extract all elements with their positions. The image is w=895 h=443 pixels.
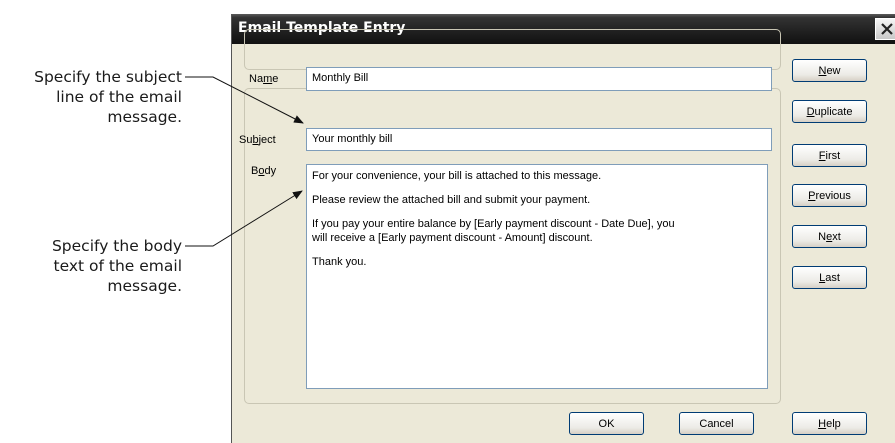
first-button[interactable]: First — [792, 144, 867, 167]
name-group — [244, 29, 781, 70]
callout-line: text of the email — [53, 257, 183, 275]
btn-text: ast — [825, 271, 840, 284]
name-input[interactable]: Monthly Bill — [306, 67, 772, 91]
btn-mnemonic: N — [818, 64, 827, 77]
body-label: Body — [251, 165, 276, 177]
label-mnemonic: m — [263, 73, 273, 85]
btn-mnemonic: F — [818, 149, 826, 162]
callout-line: Specify the body — [51, 237, 182, 255]
last-button[interactable]: Last — [792, 266, 867, 289]
btn-text: xt — [832, 230, 841, 243]
label-text: ject — [258, 134, 276, 146]
body-paragraph: For your convenience, your bill is attac… — [312, 170, 602, 182]
callout-line: line of the email — [56, 88, 182, 106]
btn-text: uplicate — [814, 105, 853, 118]
body-paragraph: If you pay your entire balance by [Early… — [312, 218, 675, 244]
btn-text: irst — [825, 149, 841, 162]
new-button[interactable]: New — [792, 59, 867, 82]
ok-button[interactable]: OK — [569, 412, 644, 435]
label-text: Su — [239, 134, 253, 146]
callout-subject: Specify the subject line of the email me… — [34, 67, 182, 127]
previous-button[interactable]: Previous — [792, 184, 867, 207]
cancel-button[interactable]: Cancel — [679, 412, 754, 435]
callout-line: message. — [107, 108, 182, 126]
callout-body: Specify the body text of the email messa… — [52, 236, 182, 296]
btn-mnemonic: P — [808, 189, 816, 202]
label-text: dy — [264, 165, 277, 177]
body-paragraph: Thank you. — [312, 256, 367, 268]
name-label: Name — [249, 73, 278, 85]
close-button[interactable] — [875, 18, 895, 40]
btn-text: N — [818, 230, 827, 243]
subject-label: Subject — [239, 134, 276, 146]
btn-text: revious — [815, 189, 851, 202]
label-text: e — [272, 73, 279, 85]
close-icon — [880, 23, 893, 35]
subject-value: Your monthly bill — [312, 133, 393, 145]
help-button[interactable]: Help — [792, 412, 867, 435]
btn-text: ew — [826, 64, 841, 77]
btn-mnemonic: D — [806, 105, 815, 118]
name-value: Monthly Bill — [312, 72, 369, 84]
subject-input[interactable]: Your monthly bill — [306, 128, 772, 151]
body-paragraph: Please review the attached bill and subm… — [312, 194, 591, 206]
btn-text: elp — [826, 417, 841, 430]
label-text: Na — [249, 73, 264, 85]
duplicate-button[interactable]: Duplicate — [792, 100, 867, 123]
callout-line: message. — [107, 277, 182, 295]
body-textarea[interactable]: For your convenience, your bill is attac… — [306, 164, 768, 389]
email-template-dialog: Email Template Entry Name Monthly Bill S… — [231, 14, 895, 443]
next-button[interactable]: Ne xt — [792, 225, 867, 248]
callout-line: Specify the subject — [34, 68, 182, 86]
btn-mnemonic: H — [818, 417, 827, 430]
